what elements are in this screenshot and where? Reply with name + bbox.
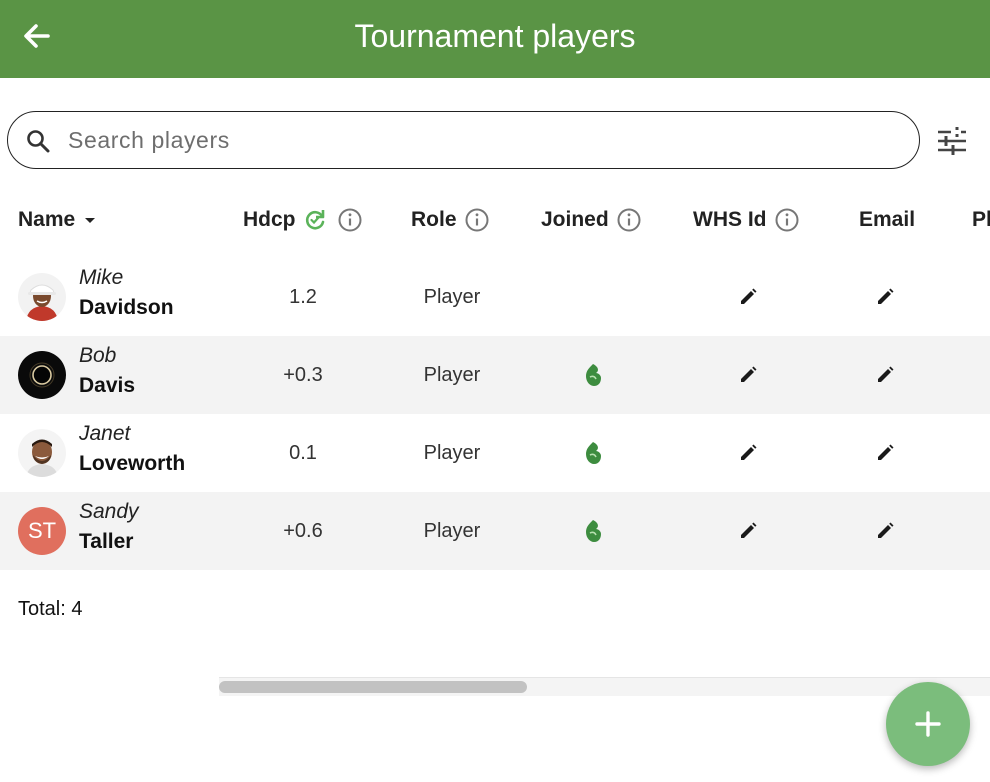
role-value[interactable]: Player xyxy=(392,258,512,336)
tune-icon xyxy=(938,127,966,155)
edit-whs-id-icon[interactable] xyxy=(737,286,759,308)
edit-whs-id-icon[interactable] xyxy=(737,364,759,386)
avatar xyxy=(18,351,66,399)
plus-icon xyxy=(915,711,941,737)
edit-email-icon[interactable] xyxy=(874,520,896,542)
edit-whs-id-icon[interactable] xyxy=(737,520,759,542)
joined-app-icon xyxy=(586,364,601,386)
column-name-header[interactable]: Name xyxy=(18,190,101,250)
column-joined-header[interactable]: Joined xyxy=(541,190,642,250)
edit-email-icon[interactable] xyxy=(874,286,896,308)
player-first-name: Mike xyxy=(79,266,124,289)
table-row[interactable]: Janet Loveworth 0.1 Player xyxy=(0,414,990,492)
avatar xyxy=(18,273,66,321)
avatar xyxy=(18,429,66,477)
table-row[interactable]: Mike Davidson 1.2 Player xyxy=(0,258,990,336)
column-email-label: Email xyxy=(859,208,916,231)
role-value[interactable]: Player xyxy=(392,336,512,414)
player-last-name: Taller xyxy=(79,530,134,553)
column-joined-label: Joined xyxy=(541,208,609,231)
role-value[interactable]: Player xyxy=(392,492,512,570)
joined-app-icon xyxy=(586,442,601,464)
table-row[interactable]: ST Sandy Taller +0.6 Player xyxy=(0,492,990,570)
role-value[interactable]: Player xyxy=(392,414,512,492)
column-hdcp-label: Hdcp xyxy=(243,208,296,231)
column-phone-label: Ph xyxy=(972,208,990,231)
table-header: Name Hdcp Role Joined WHS Id Email P xyxy=(0,190,990,250)
player-first-name: Sandy xyxy=(79,500,139,523)
column-phone-header[interactable]: Ph xyxy=(972,190,990,250)
edit-email-icon[interactable] xyxy=(874,442,896,464)
player-first-name: Janet xyxy=(79,422,131,445)
search-icon xyxy=(27,130,50,153)
app-bar: Tournament players xyxy=(0,0,990,78)
player-last-name: Davis xyxy=(79,374,136,397)
player-last-name: Loveworth xyxy=(79,452,186,475)
info-icon[interactable] xyxy=(464,207,490,233)
info-icon[interactable] xyxy=(337,207,363,233)
sort-arrow-down-icon xyxy=(85,218,96,223)
column-name-label: Name xyxy=(18,208,76,231)
column-email-header[interactable]: Email xyxy=(859,190,915,250)
hdcp-value: 1.2 xyxy=(289,286,317,308)
edit-whs-id-icon[interactable] xyxy=(737,442,759,464)
joined-app-icon xyxy=(586,520,601,542)
refresh-icon[interactable] xyxy=(302,207,328,233)
hdcp-value: +0.6 xyxy=(283,520,323,542)
horizontal-scrollbar-thumb[interactable] xyxy=(219,681,527,693)
table-row[interactable]: Bob Davis +0.3 Player xyxy=(0,336,990,414)
column-whs-id-label: WHS Id xyxy=(693,208,767,231)
info-icon[interactable] xyxy=(616,207,642,233)
player-last-name: Davidson xyxy=(79,296,174,319)
player-first-name: Bob xyxy=(79,344,117,367)
column-role-header[interactable]: Role xyxy=(411,190,490,250)
total-count: Total: 4 xyxy=(18,598,83,620)
search-input[interactable] xyxy=(66,112,890,169)
avatar: ST xyxy=(18,507,66,555)
add-player-button[interactable] xyxy=(886,682,970,766)
column-hdcp-header[interactable]: Hdcp xyxy=(243,190,363,250)
search-bar[interactable] xyxy=(7,111,920,169)
edit-email-icon[interactable] xyxy=(874,364,896,386)
hdcp-value: +0.3 xyxy=(283,364,323,386)
info-icon[interactable] xyxy=(774,207,800,233)
column-role-label: Role xyxy=(411,208,457,231)
hdcp-value: 0.1 xyxy=(289,442,317,464)
filter-button[interactable] xyxy=(933,122,971,160)
column-whs-id-header[interactable]: WHS Id xyxy=(693,190,800,250)
page-title: Tournament players xyxy=(354,18,636,54)
